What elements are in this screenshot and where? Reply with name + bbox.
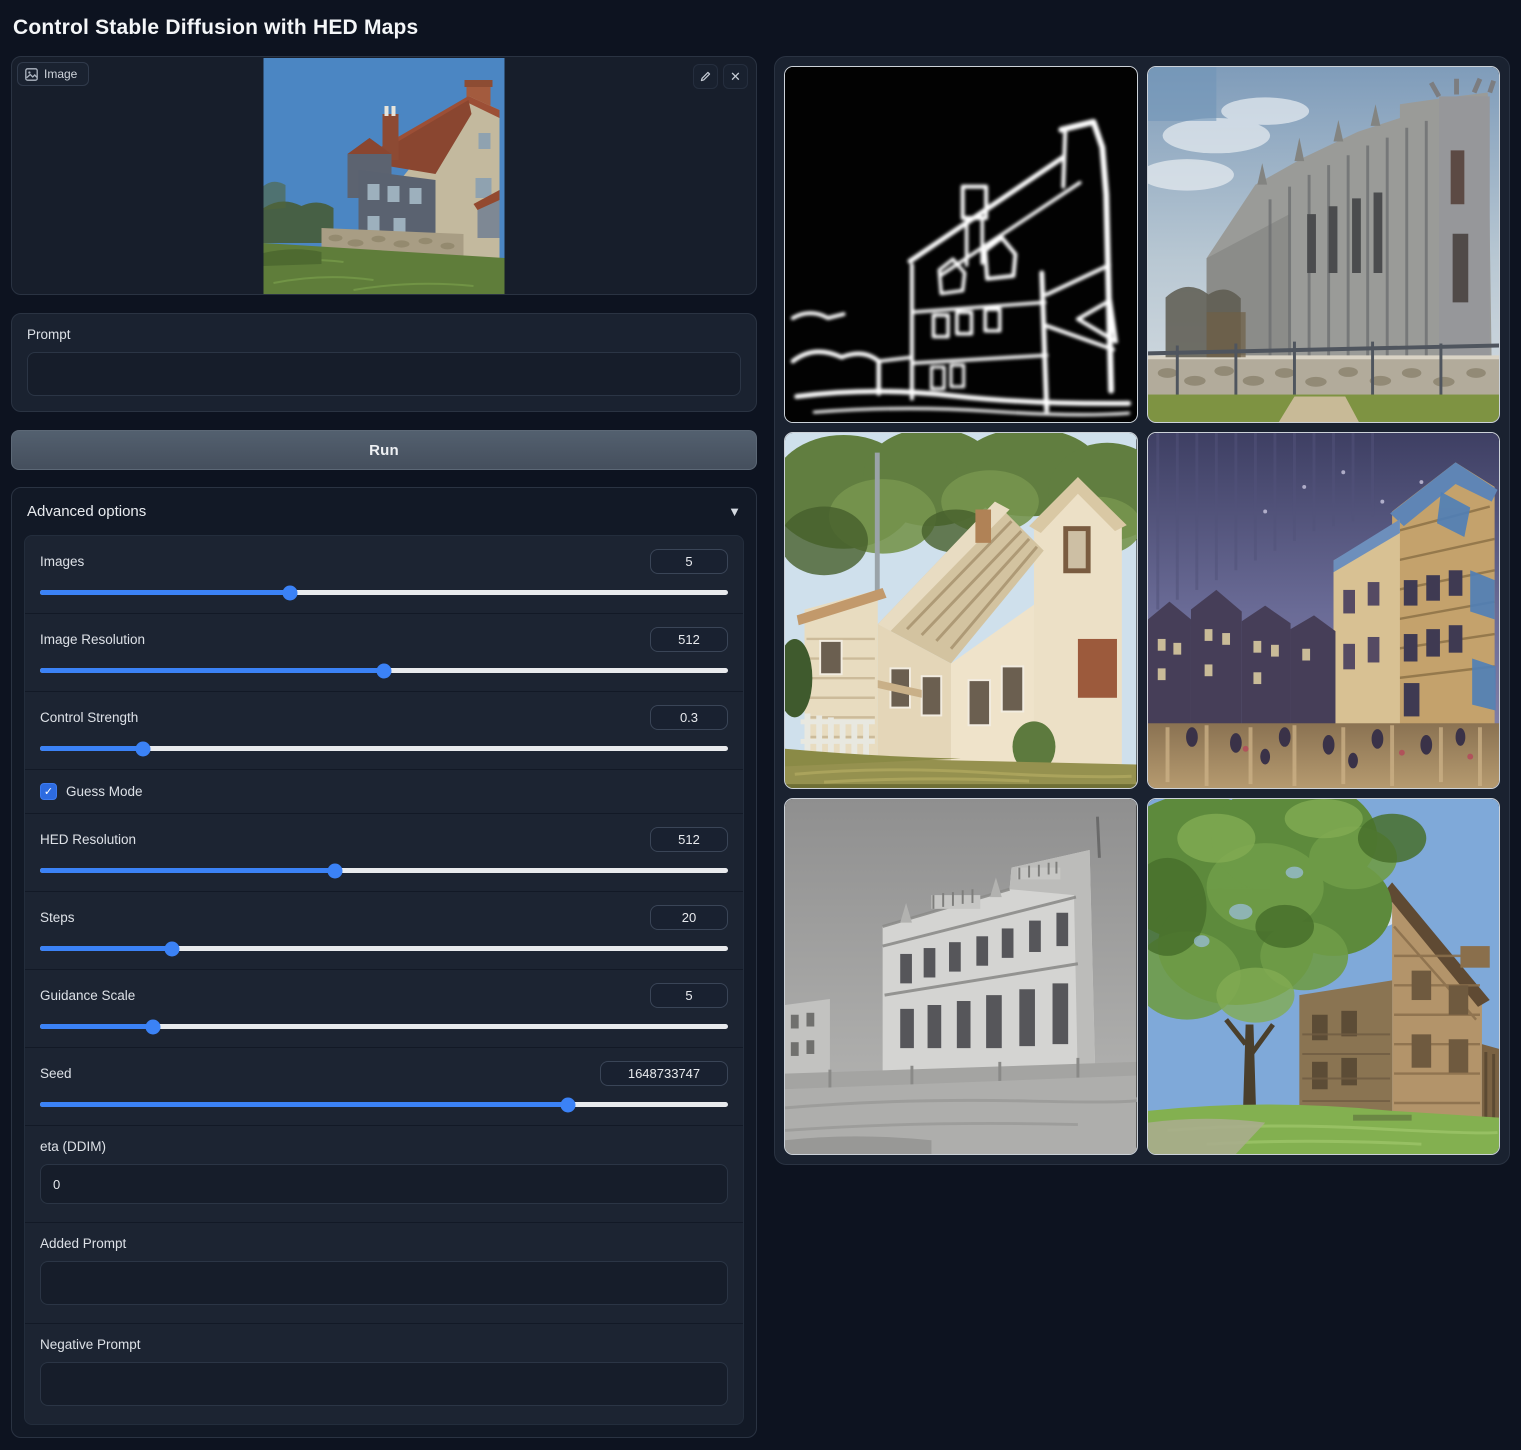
image-resolution-label: Image Resolution bbox=[40, 632, 145, 647]
guidance-scale-slider[interactable] bbox=[40, 1024, 728, 1029]
steps-slider-group: Steps 20 bbox=[25, 892, 743, 970]
seed-value[interactable]: 1648733747 bbox=[600, 1061, 728, 1086]
pencil-icon bbox=[699, 70, 712, 83]
close-icon: ✕ bbox=[730, 69, 741, 85]
advanced-options-accordion: Advanced options ▼ Images 5 bbox=[11, 487, 757, 1438]
control-strength-slider-group: Control Strength 0.3 bbox=[25, 692, 743, 770]
slider-handle[interactable] bbox=[561, 1097, 576, 1112]
control-strength-value[interactable]: 0.3 bbox=[650, 705, 728, 730]
gallery-item-hed-map[interactable] bbox=[784, 66, 1138, 423]
slider-handle[interactable] bbox=[377, 663, 392, 678]
clear-image-button[interactable]: ✕ bbox=[723, 64, 748, 89]
uploaded-image[interactable] bbox=[264, 58, 505, 294]
hed-resolution-slider-group: HED Resolution 512 bbox=[25, 814, 743, 892]
prompt-label: Prompt bbox=[27, 327, 741, 342]
image-upload-component[interactable]: Image ✕ bbox=[11, 56, 757, 295]
slider-handle[interactable] bbox=[136, 741, 151, 756]
gallery-item-night-painting[interactable] bbox=[1147, 432, 1501, 789]
images-slider[interactable] bbox=[40, 590, 728, 595]
gallery-item-rustic-house[interactable] bbox=[1147, 798, 1501, 1155]
slider-handle[interactable] bbox=[328, 863, 343, 878]
steps-label: Steps bbox=[40, 910, 75, 925]
image-icon bbox=[25, 68, 38, 81]
hed-resolution-value[interactable]: 512 bbox=[650, 827, 728, 852]
image-resolution-slider[interactable] bbox=[40, 668, 728, 673]
guidance-scale-label: Guidance Scale bbox=[40, 988, 135, 1003]
advanced-options-title: Advanced options bbox=[27, 503, 146, 520]
slider-handle[interactable] bbox=[145, 1019, 160, 1034]
page-title: Control Stable Diffusion with HED Maps bbox=[13, 16, 1510, 40]
added-prompt-input[interactable] bbox=[40, 1261, 728, 1305]
prompt-group: Prompt bbox=[11, 313, 757, 412]
images-slider-group: Images 5 bbox=[25, 536, 743, 614]
chevron-down-icon: ▼ bbox=[728, 504, 741, 519]
gallery-item-grayscale-building[interactable] bbox=[784, 798, 1138, 1155]
guidance-scale-value[interactable]: 5 bbox=[650, 983, 728, 1008]
run-button[interactable]: Run bbox=[11, 430, 757, 470]
image-tab-text: Image bbox=[44, 67, 77, 81]
image-resolution-slider-group: Image Resolution 512 bbox=[25, 614, 743, 692]
prompt-input[interactable] bbox=[27, 352, 741, 396]
guess-mode-checkbox[interactable]: ✓ bbox=[40, 783, 57, 800]
steps-slider[interactable] bbox=[40, 946, 728, 951]
image-tab-label: Image bbox=[17, 62, 89, 86]
eta-group: eta (DDIM) bbox=[25, 1126, 743, 1223]
slider-handle[interactable] bbox=[283, 585, 298, 600]
added-prompt-group: Added Prompt bbox=[25, 1223, 743, 1324]
seed-label: Seed bbox=[40, 1066, 72, 1081]
app-root: Control Stable Diffusion with HED Maps I… bbox=[0, 0, 1521, 1450]
negative-prompt-label: Negative Prompt bbox=[40, 1337, 728, 1352]
guidance-scale-slider-group: Guidance Scale 5 bbox=[25, 970, 743, 1048]
added-prompt-label: Added Prompt bbox=[40, 1236, 728, 1251]
seed-slider[interactable] bbox=[40, 1102, 728, 1107]
seed-slider-group: Seed 1648733747 bbox=[25, 1048, 743, 1126]
gallery-item-cathedral[interactable] bbox=[1147, 66, 1501, 423]
negative-prompt-group: Negative Prompt bbox=[25, 1324, 743, 1424]
hed-resolution-slider[interactable] bbox=[40, 868, 728, 873]
slider-handle[interactable] bbox=[165, 941, 180, 956]
control-strength-label: Control Strength bbox=[40, 710, 138, 725]
guess-mode-label: Guess Mode bbox=[66, 784, 143, 799]
eta-label: eta (DDIM) bbox=[40, 1139, 728, 1154]
steps-value[interactable]: 20 bbox=[650, 905, 728, 930]
negative-prompt-input[interactable] bbox=[40, 1362, 728, 1406]
output-gallery bbox=[774, 56, 1510, 1165]
eta-input[interactable] bbox=[40, 1164, 728, 1204]
hed-resolution-label: HED Resolution bbox=[40, 832, 136, 847]
control-strength-slider[interactable] bbox=[40, 746, 728, 751]
image-resolution-value[interactable]: 512 bbox=[650, 627, 728, 652]
gallery-item-cream-cottage[interactable] bbox=[784, 432, 1138, 789]
images-label: Images bbox=[40, 554, 84, 569]
guess-mode-row: ✓ Guess Mode bbox=[25, 770, 743, 814]
images-value[interactable]: 5 bbox=[650, 549, 728, 574]
advanced-options-header[interactable]: Advanced options ▼ bbox=[24, 503, 744, 520]
edit-image-button[interactable] bbox=[693, 64, 718, 89]
